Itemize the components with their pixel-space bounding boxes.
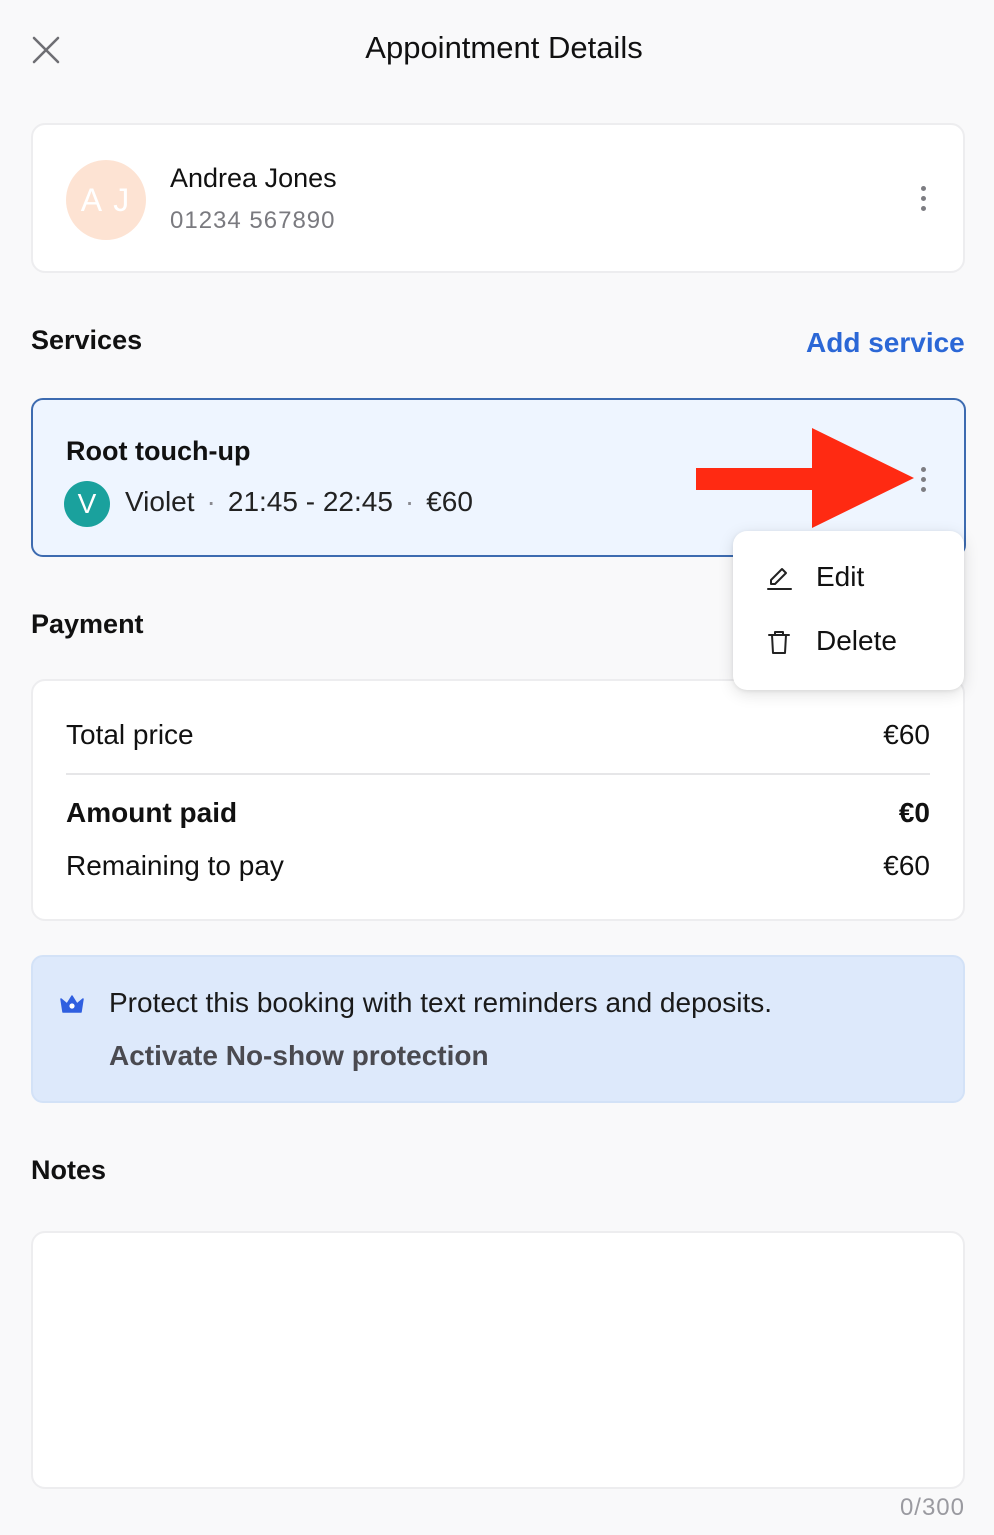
menu-item-edit[interactable]: Edit (733, 547, 964, 607)
client-avatar: A J (66, 160, 146, 240)
client-name: Andrea Jones (170, 163, 337, 193)
activate-no-show-link[interactable]: Activate No-show protection (109, 1040, 489, 1072)
staff-name: Violet (125, 486, 195, 517)
total-price-label: Total price (66, 719, 194, 750)
menu-item-label: Edit (816, 561, 865, 592)
remaining-label: Remaining to pay (66, 850, 284, 881)
service-details: Violet · 21:45 - 22:45 · €60 (125, 486, 473, 518)
separator-dot: · (206, 486, 216, 517)
amount-paid-label: Amount paid (66, 797, 238, 828)
client-card[interactable]: A J Andrea Jones 01234 567890 (31, 123, 965, 273)
service-context-menu: Edit Delete (733, 531, 964, 690)
menu-item-label: Delete (816, 625, 897, 656)
divider (66, 773, 930, 775)
service-more-icon[interactable] (911, 461, 935, 497)
services-heading: Services (31, 325, 143, 355)
client-more-icon[interactable] (911, 180, 935, 216)
service-time: 21:45 - 22:45 (227, 486, 393, 517)
crown-icon (60, 995, 84, 1013)
staff-avatar: V (64, 481, 110, 527)
amount-paid-value: €0 (898, 797, 930, 828)
promo-text: Protect this booking with text reminders… (109, 987, 773, 1018)
page-title: Appointment Details (365, 30, 643, 65)
payment-heading: Payment (31, 609, 144, 639)
menu-item-delete[interactable]: Delete (733, 611, 964, 671)
pencil-icon (767, 568, 792, 590)
service-name: Root touch-up (66, 436, 251, 466)
notes-input[interactable] (31, 1231, 965, 1489)
no-show-protection-banner: Protect this booking with text reminders… (31, 955, 965, 1103)
trash-icon (768, 631, 790, 654)
notes-heading: Notes (31, 1155, 107, 1185)
notes-char-count: 0/300 (899, 1494, 965, 1521)
remaining-value: €60 (883, 850, 930, 881)
payment-card: Total price €60 Amount paid €0 Remaining… (31, 679, 965, 921)
service-price: €60 (426, 486, 473, 517)
total-price-value: €60 (883, 719, 930, 750)
client-phone: 01234 567890 (170, 207, 336, 234)
add-service-button[interactable]: Add service (806, 327, 965, 359)
separator-dot: · (404, 486, 415, 517)
annotation-arrow-icon (696, 428, 914, 528)
